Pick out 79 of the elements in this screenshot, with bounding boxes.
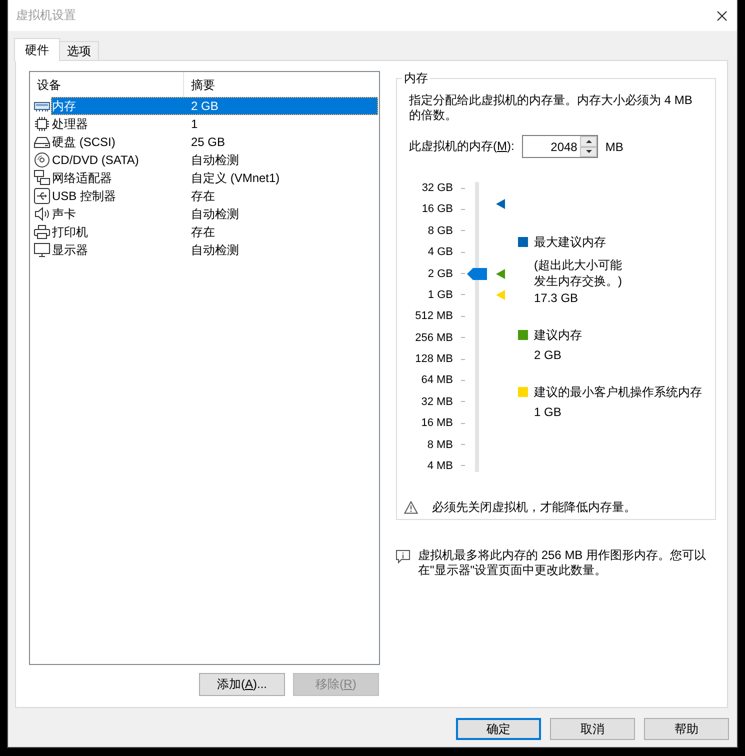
- scale-label: 512 MB: [415, 310, 453, 322]
- device-name: USB 控制器: [52, 188, 116, 204]
- device-name: 硬盘 (SCSI): [52, 134, 116, 150]
- scale-label: 4 MB: [427, 460, 453, 472]
- legend-value: 1 GB: [534, 404, 562, 420]
- chip-icon: [34, 116, 50, 132]
- device-name: 内存: [52, 98, 76, 114]
- cancel-button[interactable]: 取消: [550, 718, 635, 740]
- slider-thumb[interactable]: [467, 268, 487, 280]
- spin-down-button[interactable]: [580, 146, 598, 157]
- device-summary: 25 GB: [191, 135, 226, 149]
- tab[interactable]: 硬件: [14, 38, 60, 61]
- description-text: 指定分配给此虚拟机的内存量。内存大小必须为 4 MB 的倍数。: [409, 93, 694, 123]
- list-row[interactable]: 内存 2 GB: [51, 97, 378, 115]
- network-icon: [34, 170, 50, 186]
- scale-label: 32 GB: [422, 182, 453, 194]
- legend-title: 最大建议内存: [534, 234, 606, 250]
- scale-label: 8 GB: [428, 224, 453, 237]
- ok-button[interactable]: 确定: [456, 718, 541, 740]
- list-row[interactable]: CD/DVD (SATA) 自动检测: [51, 151, 378, 169]
- warning-text: 必须先关闭虚拟机，才能降低内存量。: [432, 498, 636, 516]
- device-summary: 自动检测: [191, 152, 239, 168]
- device-summary: 2 GB: [191, 99, 218, 113]
- window-title: 虚拟机设置: [16, 7, 76, 24]
- spin-up-button[interactable]: [580, 136, 598, 146]
- legend-note: (超出此大小可能发生内存交换。): [534, 257, 623, 289]
- scale-label: 16 MB: [421, 417, 453, 430]
- device-summary: 自定义 (VMnet1): [191, 170, 280, 186]
- list-row[interactable]: 硬盘 (SCSI) 25 GB: [51, 133, 378, 151]
- list-row[interactable]: 声卡 自动检测: [51, 205, 378, 223]
- scale-label: 32 MB: [421, 396, 453, 408]
- scale-label: 4 GB: [428, 246, 453, 258]
- up-arrow-icon: [586, 140, 592, 143]
- legend-value: 17.3 GB: [534, 290, 580, 306]
- device-name: CD/DVD (SATA): [52, 153, 139, 167]
- device-name: 打印机: [52, 224, 88, 240]
- scale-label: 16 GB: [422, 203, 453, 216]
- device-summary: 存在: [191, 224, 215, 240]
- scale-label: 8 MB: [427, 438, 453, 450]
- list-row[interactable]: 显示器 自动检测: [51, 241, 378, 259]
- list-row[interactable]: 处理器 1: [51, 115, 378, 133]
- speaker-icon: [34, 206, 50, 222]
- legend-title: 建议的最小客户机操作系统内存: [534, 384, 702, 400]
- drive-icon: [34, 134, 50, 150]
- device-name: 处理器: [52, 116, 88, 132]
- legend-title: 建议内存: [534, 327, 582, 343]
- column-header[interactable]: 摘要: [184, 72, 379, 97]
- list-row[interactable]: USB 控制器 存在: [51, 187, 378, 205]
- monitor-icon: [34, 242, 50, 258]
- scale-label: 64 MB: [421, 374, 453, 386]
- device-summary: 存在: [191, 188, 215, 204]
- device-summary: 1: [191, 117, 198, 131]
- device-summary: 自动检测: [191, 206, 239, 222]
- scale-label: 2 GB: [428, 268, 453, 280]
- list-row[interactable]: 网络适配器 自定义 (VMnet1): [51, 169, 378, 187]
- scale-label: 256 MB: [415, 332, 453, 344]
- list-row[interactable]: 打印机 存在: [51, 223, 378, 241]
- device-name: 声卡: [52, 206, 76, 222]
- memory-field[interactable]: 2048: [522, 135, 598, 158]
- device-name: 显示器: [52, 242, 88, 258]
- printer-icon: [34, 224, 50, 240]
- usb-icon: [34, 188, 50, 204]
- tab[interactable]: 选项: [59, 41, 99, 60]
- add-button[interactable]: 添加(A)...: [199, 673, 285, 696]
- down-arrow-icon: [586, 150, 592, 154]
- close-icon[interactable]: [717, 10, 727, 20]
- disc-icon: [34, 152, 50, 168]
- scale-label: 128 MB: [415, 353, 453, 365]
- help-button[interactable]: 帮助: [644, 718, 729, 740]
- scale-label: 1 GB: [428, 288, 453, 301]
- group-title: 内存: [402, 70, 430, 86]
- device-name: 网络适配器: [52, 170, 112, 186]
- info-text: 虚拟机最多将此内存的 256 MB 用作图形内存。您可以在"显示器"设置页面中更改此数量。: [418, 548, 708, 578]
- info-icon: [396, 550, 410, 564]
- device-summary: 自动检测: [191, 242, 239, 258]
- warning-icon: [404, 500, 418, 514]
- legend-value: 2 GB: [534, 347, 562, 363]
- field-label: 此虚拟机的内存(M):: [409, 138, 514, 155]
- unit-label: MB: [605, 140, 624, 154]
